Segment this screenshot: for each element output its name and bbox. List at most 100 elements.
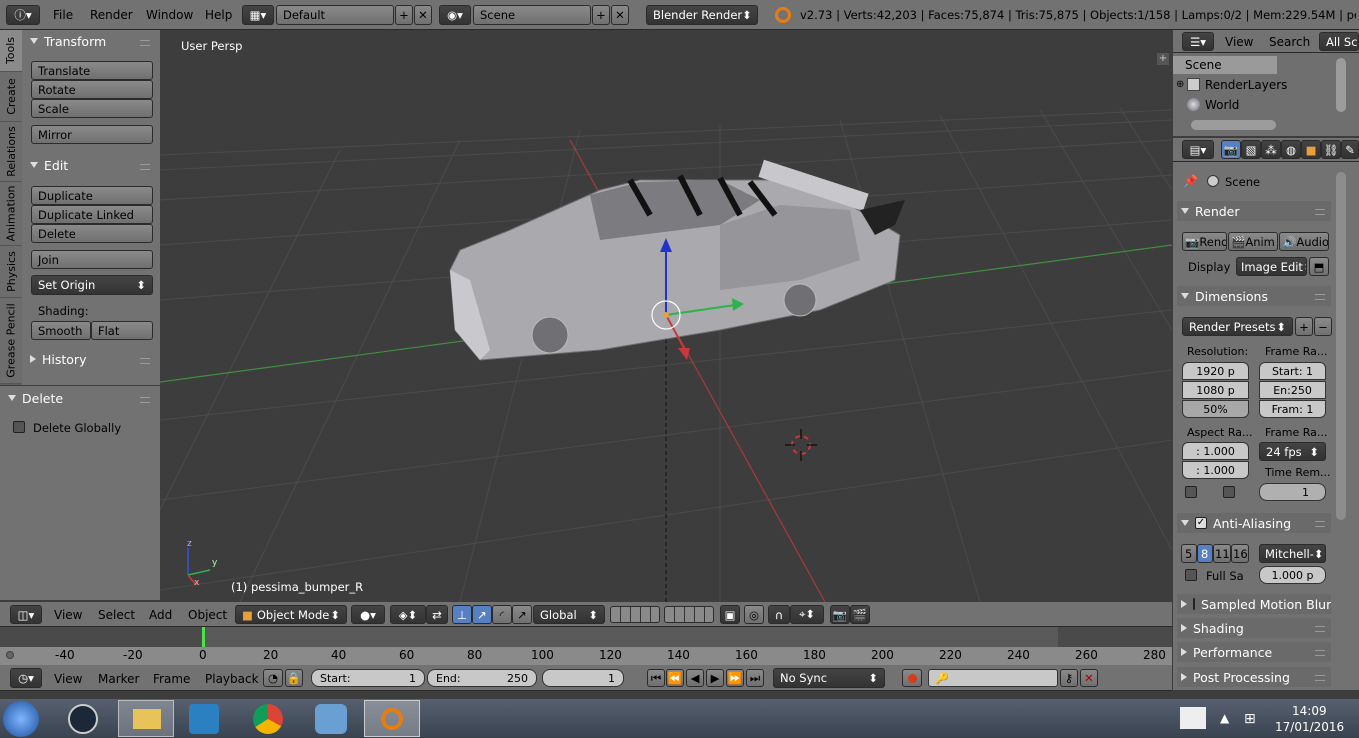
orientation-select[interactable]: Global ⬍ bbox=[533, 605, 605, 624]
outliner-vscroll[interactable] bbox=[1336, 58, 1346, 112]
properties-scrollbar[interactable] bbox=[1336, 172, 1346, 520]
viewport-menu-view[interactable]: View bbox=[54, 608, 82, 622]
renderlayer-context-icon[interactable]: ▧ bbox=[1241, 140, 1261, 159]
tab-grease-pencil[interactable]: Grease Pencil bbox=[0, 298, 22, 384]
timeline[interactable]: -40 -20 0 20 40 60 80 100 120 140 160 18… bbox=[0, 627, 1172, 665]
aa-sample-16[interactable]: 16 bbox=[1231, 544, 1249, 563]
world-context-icon[interactable]: ◍ bbox=[1281, 140, 1301, 159]
add-layout-button[interactable]: + bbox=[395, 5, 413, 25]
edit-panel-header[interactable]: Edit bbox=[26, 156, 156, 174]
timeline-menu-marker[interactable]: Marker bbox=[98, 672, 139, 686]
editor-type-button[interactable]: ⓘ▾ bbox=[6, 5, 40, 25]
translate-manipulator[interactable]: ⊥ bbox=[452, 605, 472, 624]
mirror-button[interactable]: Mirror bbox=[31, 125, 153, 144]
remove-layout-button[interactable]: ✕ bbox=[414, 5, 432, 25]
timeline-menu-playback[interactable]: Playback bbox=[205, 672, 259, 686]
tab-physics[interactable]: Physics bbox=[0, 246, 22, 298]
menu-render[interactable]: Render bbox=[90, 8, 133, 22]
resolution-percent-field[interactable]: 50% bbox=[1182, 400, 1249, 418]
record-button[interactable] bbox=[902, 669, 922, 687]
tray-up-arrow-icon[interactable]: ▲ bbox=[1220, 711, 1229, 725]
add-preset-button[interactable]: + bbox=[1295, 317, 1313, 336]
lock-interface-icon[interactable]: ⬒ bbox=[1309, 257, 1329, 276]
outliner-item-world[interactable]: World bbox=[1173, 96, 1333, 114]
start-button[interactable] bbox=[3, 701, 39, 737]
scene-field[interactable]: Scene bbox=[473, 5, 591, 25]
blender-taskbar-icon[interactable] bbox=[364, 700, 420, 737]
object-context-icon[interactable]: ■ bbox=[1301, 140, 1321, 159]
snap-target-select[interactable]: ⌖⬍ bbox=[790, 605, 824, 624]
file-explorer-icon[interactable] bbox=[118, 700, 174, 737]
shading-panel-header[interactable]: Shading bbox=[1177, 618, 1331, 638]
render-opengl-icon[interactable]: 📷 bbox=[830, 605, 850, 624]
constraints-context-icon[interactable]: ⛓ bbox=[1321, 140, 1341, 159]
outliner-menu-view[interactable]: View bbox=[1225, 35, 1253, 49]
set-origin-select[interactable]: Set Origin ⬍ bbox=[31, 275, 153, 295]
motion-blur-panel-header[interactable]: Sampled Motion Blur bbox=[1177, 594, 1331, 614]
outliner-editor-type[interactable]: ☰▾ bbox=[1182, 32, 1214, 51]
tab-animation[interactable]: Animation bbox=[0, 182, 22, 246]
viewport-menu-add[interactable]: Add bbox=[149, 608, 172, 622]
dimensions-panel-header[interactable]: Dimensions bbox=[1177, 286, 1331, 306]
operator-panel-header[interactable]: Delete bbox=[4, 389, 156, 407]
jump-start-button[interactable]: ⏮ bbox=[647, 669, 665, 687]
render-anim-button[interactable]: 🎬 Anim bbox=[1228, 232, 1278, 251]
crop-checkbox[interactable] bbox=[1223, 486, 1235, 498]
remove-scene-button[interactable]: ✕ bbox=[611, 5, 629, 25]
insert-keyframe-icon[interactable]: ⚷ bbox=[1060, 669, 1078, 687]
aa-enable-checkbox[interactable]: ✓ bbox=[1195, 517, 1207, 529]
outliner-item-renderlayers[interactable]: ⊕ RenderLayers bbox=[1173, 76, 1333, 94]
menu-window[interactable]: Window bbox=[146, 8, 193, 22]
rotate-manipulator[interactable]: ↗ bbox=[472, 605, 492, 624]
pivot-select[interactable]: ◈⬍ bbox=[390, 605, 426, 624]
clock-time[interactable]: 14:09 bbox=[1292, 704, 1327, 718]
viewport-menu-select[interactable]: Select bbox=[98, 608, 135, 622]
aa-filter-select[interactable]: Mitchell- ⬍ bbox=[1259, 544, 1326, 563]
manipulator-toggle[interactable]: ⇄ bbox=[426, 605, 448, 624]
play-reverse-button[interactable]: ◀ bbox=[686, 669, 704, 687]
clock-date[interactable]: 17/01/2016 bbox=[1275, 720, 1344, 734]
pen-tray-icon[interactable] bbox=[1180, 707, 1206, 729]
delete-keyframe-icon[interactable]: ✕ bbox=[1080, 669, 1098, 687]
playhead[interactable] bbox=[202, 627, 205, 647]
modifiers-context-icon[interactable]: ✎ bbox=[1341, 140, 1359, 159]
keying-set-field[interactable]: 🔑 bbox=[928, 669, 1058, 687]
delete-globally-checkbox[interactable] bbox=[13, 421, 25, 433]
border-checkbox[interactable] bbox=[1185, 486, 1197, 498]
fps-select[interactable]: 24 fps ⬍ bbox=[1259, 442, 1326, 461]
layout-icon-button[interactable]: ▦▾ bbox=[242, 5, 274, 25]
jump-end-button[interactable]: ⏭ bbox=[746, 669, 764, 687]
motion-blur-checkbox[interactable] bbox=[1193, 598, 1195, 610]
render-panel-header[interactable]: Render bbox=[1177, 201, 1331, 221]
snap-icon[interactable]: ∩ bbox=[768, 605, 790, 624]
scale-manipulator[interactable]: ◜ bbox=[492, 605, 512, 624]
end-frame-field[interactable]: End: 250 bbox=[427, 669, 537, 687]
viewport-editor-type[interactable]: ◫▾ bbox=[10, 605, 42, 624]
tab-tools[interactable]: Tools bbox=[0, 30, 22, 72]
viewport-menu-object[interactable]: Object bbox=[188, 608, 227, 622]
duplicate-linked-button[interactable]: Duplicate Linked bbox=[31, 205, 153, 224]
aa-panel-header[interactable]: ✓ Anti-Aliasing bbox=[1177, 513, 1331, 533]
3d-cursor[interactable] bbox=[785, 429, 817, 461]
frame-end-field[interactable]: En:250 bbox=[1259, 381, 1326, 399]
resolution-y-field[interactable]: 1080 p bbox=[1182, 381, 1249, 399]
frame-start-field[interactable]: Start: 1 bbox=[1259, 362, 1326, 380]
full-sample-checkbox[interactable] bbox=[1185, 569, 1197, 581]
timeline-editor-type[interactable]: ◷▾ bbox=[10, 668, 42, 688]
pin-icon[interactable]: 📌 bbox=[1183, 174, 1198, 188]
render-audio-button[interactable]: 🔊 Audio bbox=[1279, 232, 1329, 251]
menu-help[interactable]: Help bbox=[205, 8, 232, 22]
render-presets-select[interactable]: Render Presets ⬍ bbox=[1182, 317, 1293, 336]
rotate-button[interactable]: Rotate bbox=[31, 80, 153, 99]
sync-select[interactable]: No Sync ⬍ bbox=[773, 668, 885, 688]
lock-layers-icon[interactable]: ▣ bbox=[720, 605, 740, 624]
outliner-menu-search[interactable]: Search bbox=[1269, 35, 1310, 49]
lock-range-icon[interactable]: 🔒 bbox=[285, 669, 303, 687]
outliner-filter-select[interactable]: All Sc bbox=[1319, 32, 1359, 51]
layers-grid-1[interactable] bbox=[610, 606, 660, 623]
jump-keyframe-back-button[interactable]: ⏪ bbox=[666, 669, 684, 687]
media-player-icon[interactable] bbox=[189, 704, 219, 734]
car-model[interactable] bbox=[449, 159, 905, 361]
render-anim-opengl-icon[interactable]: 🎬 bbox=[850, 605, 870, 624]
display-select[interactable]: Image Edit⬍ bbox=[1236, 257, 1307, 276]
